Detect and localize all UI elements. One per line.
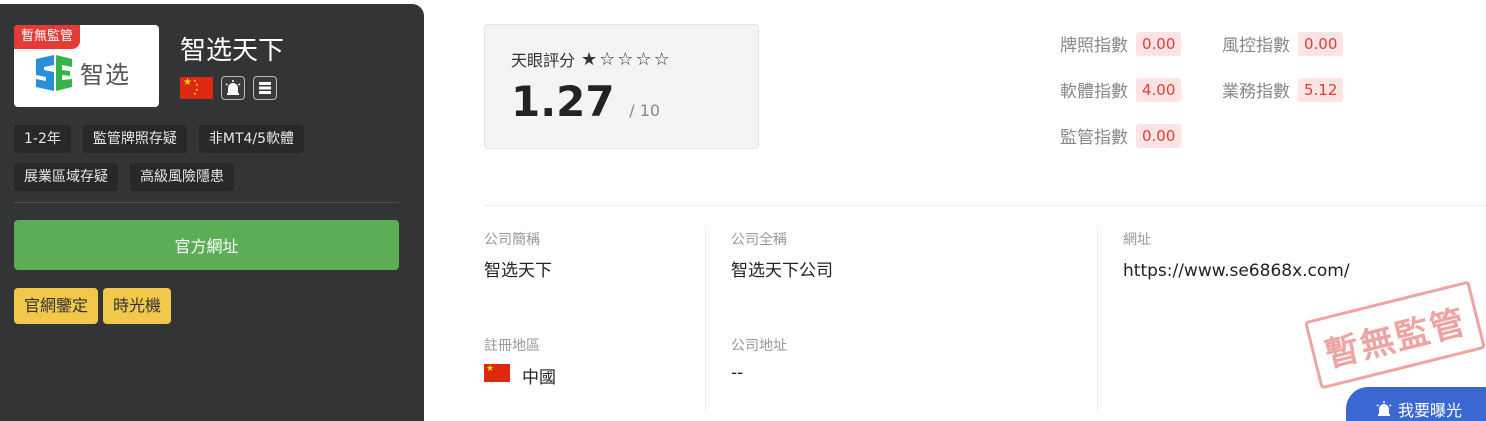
score-label-row: 天眼評分 ★ ☆ ☆ ☆ ☆: [511, 47, 670, 71]
index-value: 0.00: [1298, 31, 1344, 56]
website-link[interactable]: https://www.se6868x.com/: [1123, 261, 1350, 281]
risk-index: 風控指數 0.00: [1222, 31, 1344, 56]
score-box: 天眼評分 ★ ☆ ☆ ☆ ☆ 1.27 / 10: [484, 24, 759, 149]
time-machine-button[interactable]: 時光機: [103, 288, 172, 324]
alarm-icon: [1376, 401, 1392, 416]
server-icon[interactable]: [253, 76, 277, 100]
tag-age: 1-2年: [14, 125, 71, 153]
site-verify-button[interactable]: 官網鑒定: [14, 288, 99, 324]
index-label: 業務指數: [1222, 82, 1290, 102]
star-empty-icon: ☆: [635, 48, 652, 70]
column-divider: [705, 225, 706, 411]
broker-icon-row: ★ ★ ★ ★ ★: [180, 76, 277, 100]
column-divider: [1097, 225, 1098, 411]
section-divider: [484, 205, 1486, 206]
license-index: 牌照指數 0.00: [1060, 31, 1182, 56]
business-index: 業務指數 5.12: [1222, 77, 1344, 102]
trade-name-value: 智选天下: [484, 261, 552, 281]
index-label: 監管指數: [1060, 128, 1128, 148]
index-value: 0.00: [1136, 123, 1182, 148]
full-name-label: 公司全稱: [731, 232, 787, 248]
score-value: 1.27: [511, 77, 615, 126]
china-flag-icon: ★: [484, 364, 510, 382]
region-label: 註冊地區: [484, 338, 540, 354]
score-label: 天眼評分: [511, 51, 576, 70]
address-value: --: [731, 363, 744, 383]
score-denominator: / 10: [629, 101, 661, 120]
china-flag-icon: ★ ★ ★ ★ ★: [180, 77, 213, 99]
alarm-icon[interactable]: [221, 76, 245, 100]
star-filled-icon: ★: [581, 48, 598, 70]
star-empty-icon: ☆: [653, 48, 670, 70]
tag-region: 展業區域存疑: [14, 163, 118, 191]
expose-button[interactable]: 我要曝光: [1346, 387, 1486, 421]
index-label: 軟體指數: [1060, 82, 1128, 102]
logo-text: 智选: [80, 60, 130, 89]
star-empty-icon: ☆: [617, 48, 634, 70]
index-value: 5.12: [1298, 77, 1344, 102]
address-label: 公司地址: [731, 338, 787, 354]
divider: [14, 202, 399, 203]
website-label: 網址: [1123, 232, 1151, 248]
no-regulation-stamp: 暫無監管: [1304, 280, 1486, 390]
full-name-value: 智选天下公司: [731, 261, 833, 281]
rating-stars: ★ ☆ ☆ ☆ ☆: [581, 49, 670, 70]
trade-name-label: 公司簡稱: [484, 232, 540, 248]
official-site-button[interactable]: 官方網址: [14, 220, 399, 270]
tag-license: 監管牌照存疑: [82, 125, 187, 153]
expose-button-label: 我要曝光: [1398, 401, 1463, 420]
index-label: 牌照指數: [1060, 36, 1128, 56]
regulation-badge: 暫無監管: [14, 25, 81, 49]
region-value: 中國: [522, 368, 556, 388]
index-value: 4.00: [1136, 77, 1182, 102]
regulation-index: 監管指數 0.00: [1060, 123, 1182, 148]
broker-name: 智选天下: [180, 36, 285, 66]
star-empty-icon: ☆: [599, 48, 616, 70]
broker-tags: 1-2年 監管牌照存疑 非MT4/5軟體 展業區域存疑 高級風險隱患: [14, 125, 414, 191]
broker-page: 智选 暫無監管 智选天下 ★ ★ ★ ★ ★ 1-2年 監管牌照存疑 非MT4/…: [0, 0, 1486, 421]
software-index: 軟體指數 4.00: [1060, 77, 1182, 102]
tag-software: 非MT4/5軟體: [198, 125, 305, 153]
se-logo-icon: [34, 53, 72, 91]
tag-risk: 高級風險隱患: [130, 163, 234, 191]
score-value-row: 1.27 / 10: [511, 77, 660, 126]
action-buttons: 官網鑒定 時光機: [14, 288, 172, 324]
index-label: 風控指數: [1222, 36, 1290, 56]
index-value: 0.00: [1136, 31, 1182, 56]
